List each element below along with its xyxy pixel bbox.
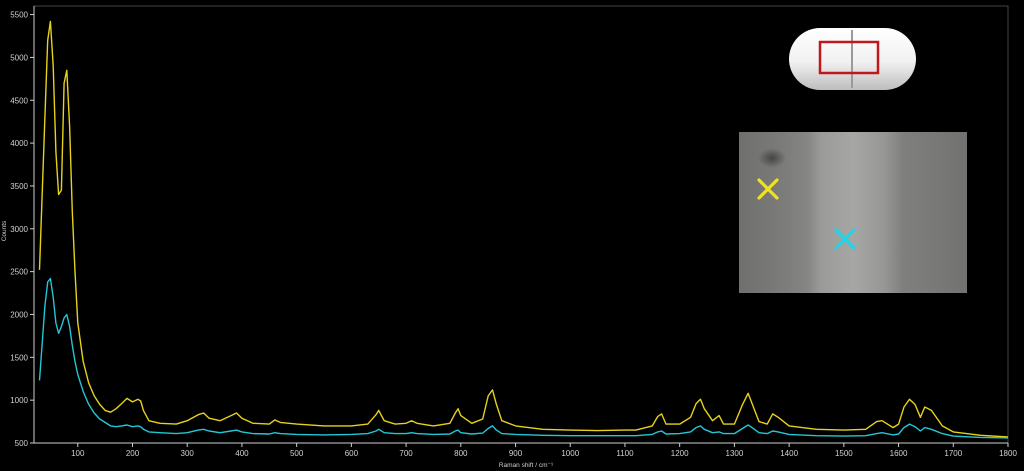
x-tick-label: 300 <box>181 449 195 458</box>
x-tick-label: 500 <box>290 449 304 458</box>
y-axis-title: Counts <box>1 220 8 241</box>
x-tick-label: 1000 <box>561 449 579 458</box>
x-tick-label: 1600 <box>890 449 908 458</box>
x-tick-label: 1300 <box>726 449 744 458</box>
x-tick-label: 400 <box>235 449 249 458</box>
y-tick-label: 3500 <box>10 182 28 191</box>
x-tick-label: 1800 <box>999 449 1017 458</box>
x-tick-label: 1100 <box>616 449 634 458</box>
y-tick-label: 5000 <box>10 53 28 62</box>
x-tick-label: 1700 <box>944 449 962 458</box>
x-tick-label: 900 <box>509 449 523 458</box>
x-axis-title: Raman shift / cm⁻¹ <box>499 462 554 469</box>
x-tick-label: 800 <box>454 449 468 458</box>
x-tick-label: 100 <box>71 449 85 458</box>
dark-spot <box>758 148 786 168</box>
x-tick-label: 600 <box>345 449 359 458</box>
x-tick-label: 1400 <box>780 449 798 458</box>
x-tick-label: 1500 <box>835 449 853 458</box>
tablet-illustration <box>789 28 916 90</box>
microscope-image-inset <box>739 132 967 293</box>
y-tick-label: 3000 <box>10 225 28 234</box>
x-tick-label: 200 <box>126 449 140 458</box>
y-tick-label: 500 <box>15 439 29 448</box>
raman-spectrum-chart: 100 200 300 400 500 600 700 800 900 1000 1100 1200 1… <box>0 0 1024 471</box>
y-tick-label: 4000 <box>10 139 28 148</box>
x-tick-label: 700 <box>399 449 413 458</box>
y-tick-label: 1500 <box>10 353 28 362</box>
y-tick-label: 1000 <box>10 396 28 405</box>
x-tick-label: 1200 <box>671 449 689 458</box>
y-tick-label: 5500 <box>10 11 28 20</box>
y-tick-label: 2000 <box>10 310 28 319</box>
y-tick-label: 2500 <box>10 268 28 277</box>
y-tick-label: 4500 <box>10 96 28 105</box>
